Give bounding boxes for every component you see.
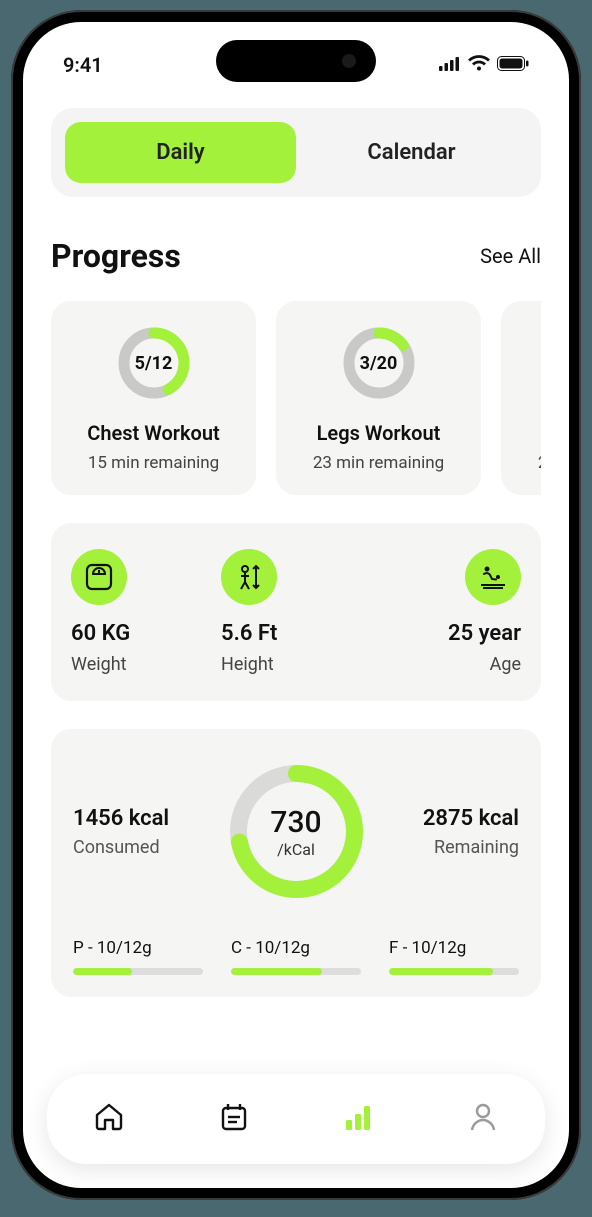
- phone-frame: 9:41 Daily Calendar Progress: [11, 10, 581, 1200]
- status-icons: [439, 55, 529, 75]
- progress-ring: 3/20: [339, 323, 419, 403]
- nav-home[interactable]: [89, 1099, 129, 1139]
- tab-daily[interactable]: Daily: [65, 122, 296, 183]
- tab-calendar[interactable]: Calendar: [296, 122, 527, 183]
- progress-header: Progress See All: [51, 237, 541, 275]
- macro-fat: F - 10/12g: [389, 938, 519, 975]
- macro-row: P - 10/12g C - 10/12g F - 10/12g: [73, 938, 519, 975]
- remaining-value: 2875 kcal: [369, 806, 520, 831]
- progress-ratio: 3/20: [339, 323, 419, 403]
- calories-ring-value: 730: [270, 805, 321, 840]
- macro-carbs: C - 10/12g: [231, 938, 361, 975]
- progress-card-title: Legs Workout: [317, 421, 441, 445]
- macro-label: C - 10/12g: [231, 938, 361, 958]
- wifi-icon: [468, 55, 490, 75]
- macro-label: P - 10/12g: [73, 938, 203, 958]
- macro-bar: [73, 968, 203, 975]
- screen: 9:41 Daily Calendar Progress: [23, 22, 569, 1188]
- cellular-icon: [439, 56, 461, 75]
- progress-card[interactable]: 5/12 Chest Workout 15 min remaining: [51, 301, 256, 495]
- notch: [216, 40, 376, 82]
- stats-icon: [341, 1100, 375, 1138]
- stat-label: Weight: [71, 654, 127, 675]
- calendar-icon: [217, 1100, 251, 1138]
- stat-label: Age: [490, 654, 521, 675]
- macro-protein: P - 10/12g: [73, 938, 203, 975]
- stat-value: 5.6 Ft: [221, 621, 277, 646]
- see-all-link[interactable]: See All: [480, 244, 541, 268]
- age-icon: [465, 549, 521, 605]
- macro-bar: [389, 968, 519, 975]
- progress-ratio: 5/12: [114, 323, 194, 403]
- home-icon: [92, 1100, 126, 1138]
- status-time: 9:41: [63, 53, 103, 77]
- stat-age: 25 year Age: [371, 549, 521, 675]
- progress-row[interactable]: 5/12 Chest Workout 15 min remaining 3/20…: [51, 301, 541, 495]
- consumed-value: 1456 kcal: [73, 806, 224, 831]
- stat-weight: 60 KG Weight: [71, 549, 221, 675]
- progress-card-sub: 23 min remaining: [313, 453, 444, 473]
- tab-switch: Daily Calendar: [51, 108, 541, 197]
- calories-ring: 730 /kCal: [224, 759, 369, 904]
- battery-icon: [497, 56, 529, 75]
- macro-label: F - 10/12g: [389, 938, 519, 958]
- calories-remaining: 2875 kcal Remaining: [369, 806, 520, 858]
- nav-stats[interactable]: [338, 1099, 378, 1139]
- calories-consumed: 1456 kcal Consumed: [73, 806, 224, 858]
- progress-card[interactable]: 10/15 Legs Workout 23 min remaining: [501, 301, 541, 495]
- progress-card-sub: 15 min remaining: [88, 453, 219, 473]
- calories-card: 1456 kcal Consumed 730 /kCal 2875 kcal R…: [51, 729, 541, 997]
- nav-profile[interactable]: [463, 1099, 503, 1139]
- progress-card-title: Chest Workout: [87, 421, 220, 445]
- calories-ring-unit: /kCal: [277, 840, 315, 859]
- bottom-nav: [47, 1074, 545, 1164]
- stat-value: 60 KG: [71, 621, 130, 646]
- progress-ring: 5/12: [114, 323, 194, 403]
- macro-bar: [231, 968, 361, 975]
- progress-card[interactable]: 3/20 Legs Workout 23 min remaining: [276, 301, 481, 495]
- consumed-label: Consumed: [73, 837, 224, 858]
- stat-label: Height: [221, 654, 274, 675]
- stat-value: 25 year: [448, 621, 521, 646]
- content: Daily Calendar Progress See All 5/12 Che…: [23, 108, 569, 997]
- body-stats-card: 60 KG Weight 5.6 Ft Height 25 year Age: [51, 523, 541, 701]
- weight-icon: [71, 549, 127, 605]
- calories-top: 1456 kcal Consumed 730 /kCal 2875 kcal R…: [73, 759, 519, 904]
- progress-card-sub: 23 min remaining: [538, 453, 541, 473]
- height-icon: [221, 549, 277, 605]
- profile-icon: [466, 1100, 500, 1138]
- progress-title: Progress: [51, 237, 181, 275]
- remaining-label: Remaining: [369, 837, 520, 858]
- nav-calendar[interactable]: [214, 1099, 254, 1139]
- stat-height: 5.6 Ft Height: [221, 549, 371, 675]
